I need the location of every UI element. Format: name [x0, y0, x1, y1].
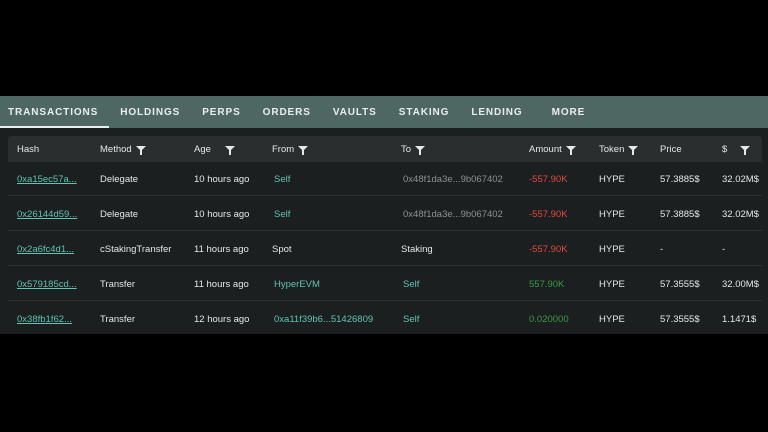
- table-row: 0x579185cd... Transfer 11 hours ago Hype…: [8, 267, 762, 301]
- amount-cell: -557.90K: [529, 208, 568, 220]
- from-link[interactable]: 0xa11f39b6...51426809: [274, 302, 373, 336]
- tx-hash-link[interactable]: 0x2a6fc4d1...: [17, 232, 74, 266]
- column-age: Age: [194, 136, 235, 162]
- price-cell: 57.3555$: [660, 278, 700, 290]
- to-link[interactable]: Self: [403, 267, 419, 301]
- age-cell: 11 hours ago: [194, 278, 249, 290]
- tab-bar: TRANSACTIONS HOLDINGS PERPS ORDERS VAULT…: [0, 96, 768, 128]
- token-cell: HYPE: [599, 243, 625, 255]
- tab-holdings[interactable]: HOLDINGS: [109, 96, 191, 128]
- method-cell: Delegate: [100, 208, 139, 220]
- tab-vaults[interactable]: VAULTS: [322, 96, 388, 128]
- from-link[interactable]: Self: [274, 197, 290, 231]
- usd-cell: 32.02M$: [722, 173, 759, 185]
- amount-cell: 0.020000: [529, 313, 569, 325]
- to-address[interactable]: 0x48f1da3e...9b067402: [403, 197, 503, 231]
- tab-more[interactable]: MORE: [534, 96, 597, 128]
- table-row: 0x2a6fc4d1... cStakingTransfer 11 hours …: [8, 232, 762, 266]
- column-hash-label: Hash: [17, 143, 40, 155]
- column-method: Method: [100, 136, 146, 162]
- column-to: To: [401, 136, 426, 162]
- table-row: 0x26144d59... Delegate 10 hours ago Self…: [8, 197, 762, 231]
- transactions-table: Hash Method Age From To Amount Token Pri…: [8, 136, 762, 334]
- to-address[interactable]: 0x48f1da3e...9b067402: [403, 162, 503, 196]
- tx-hash-link[interactable]: 0xa15ec57a...: [17, 162, 77, 196]
- column-amount-label: Amount: [529, 143, 562, 155]
- usd-cell: 1.1471$: [722, 313, 757, 325]
- column-from-label: From: [272, 143, 295, 155]
- column-token: Token: [599, 136, 639, 162]
- table-row: 0xa15ec57a... Delegate 10 hours ago Self…: [8, 162, 762, 196]
- token-cell: HYPE: [599, 173, 625, 185]
- from-link[interactable]: Self: [274, 162, 290, 196]
- to-cell: Staking: [401, 243, 433, 255]
- filter-icon[interactable]: [135, 145, 146, 155]
- usd-cell: -: [722, 243, 726, 255]
- price-cell: 57.3885$: [660, 173, 700, 185]
- tx-hash-link[interactable]: 0x26144d59...: [17, 197, 77, 231]
- from-link[interactable]: HyperEVM: [274, 267, 320, 301]
- token-cell: HYPE: [599, 313, 625, 325]
- tab-perps[interactable]: PERPS: [191, 96, 251, 128]
- amount-cell: 557.90K: [529, 278, 565, 290]
- method-cell: cStakingTransfer: [100, 243, 172, 255]
- column-price-label: Price: [660, 143, 682, 155]
- age-cell: 11 hours ago: [194, 243, 249, 255]
- column-from: From: [272, 136, 309, 162]
- price-cell: 57.3555$: [660, 313, 700, 325]
- from-cell: Spot: [272, 243, 292, 255]
- filter-icon[interactable]: [565, 145, 576, 155]
- price-cell: 57.3885$: [660, 208, 700, 220]
- amount-cell: -557.90K: [529, 243, 568, 255]
- method-cell: Transfer: [100, 278, 136, 290]
- column-amount: Amount: [529, 136, 576, 162]
- price-cell: -: [660, 243, 664, 255]
- column-usd-label: $: [722, 143, 728, 155]
- method-cell: Transfer: [100, 313, 136, 325]
- filter-icon[interactable]: [298, 145, 309, 155]
- age-cell: 10 hours ago: [194, 208, 250, 220]
- column-price: Price: [660, 136, 682, 162]
- token-cell: HYPE: [599, 278, 625, 290]
- column-method-label: Method: [100, 143, 132, 155]
- column-usd: $: [722, 136, 751, 162]
- age-cell: 12 hours ago: [194, 313, 250, 325]
- filter-icon[interactable]: [628, 145, 639, 155]
- column-token-label: Token: [599, 143, 625, 155]
- table-row: 0x38fb1f62... Transfer 12 hours ago 0xa1…: [8, 302, 762, 336]
- tx-hash-link[interactable]: 0x579185cd...: [17, 267, 77, 301]
- token-cell: HYPE: [599, 208, 625, 220]
- column-age-label: Age: [194, 143, 211, 155]
- usd-cell: 32.00M$: [722, 278, 759, 290]
- filter-icon[interactable]: [740, 145, 751, 155]
- tab-orders[interactable]: ORDERS: [252, 96, 322, 128]
- table-header: Hash Method Age From To Amount Token Pri…: [8, 136, 762, 162]
- tab-staking[interactable]: STAKING: [388, 96, 461, 128]
- tab-lending[interactable]: LENDING: [460, 96, 533, 128]
- method-cell: Delegate: [100, 173, 139, 185]
- tx-hash-link[interactable]: 0x38fb1f62...: [17, 302, 72, 336]
- usd-cell: 32.02M$: [722, 208, 759, 220]
- column-hash: Hash: [17, 136, 39, 162]
- filter-icon[interactable]: [415, 145, 426, 155]
- explorer-panel: TRANSACTIONS HOLDINGS PERPS ORDERS VAULT…: [0, 96, 768, 334]
- amount-cell: -557.90K: [529, 173, 568, 185]
- tab-transactions[interactable]: TRANSACTIONS: [0, 96, 110, 128]
- filter-icon[interactable]: [224, 145, 235, 155]
- age-cell: 10 hours ago: [194, 173, 250, 185]
- column-to-label: To: [401, 143, 412, 155]
- to-link[interactable]: Self: [403, 302, 419, 336]
